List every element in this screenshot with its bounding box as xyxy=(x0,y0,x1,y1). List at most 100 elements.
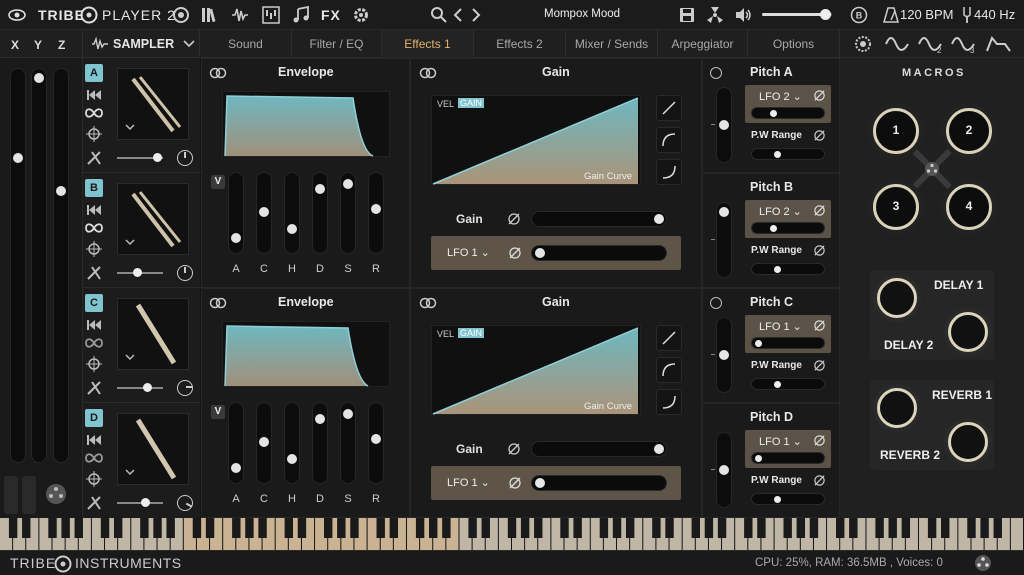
envelope-graph[interactable] xyxy=(222,91,390,157)
eye-icon[interactable] xyxy=(8,6,26,24)
pitch-lfo-dropdown[interactable]: LFO 1 ⌄ xyxy=(759,320,802,333)
randomize-icon[interactable] xyxy=(706,6,724,24)
lfo-amount-slider[interactable] xyxy=(531,475,667,491)
macro-knob-3[interactable]: 3 xyxy=(873,184,919,230)
pitch-enable-toggle[interactable] xyxy=(710,67,722,79)
piano-keyboard[interactable] xyxy=(0,518,1024,550)
decay-slider[interactable] xyxy=(312,172,328,254)
pitch-lfo-dropdown[interactable]: LFO 2 ⌄ xyxy=(759,90,802,103)
exp-curve-button[interactable] xyxy=(656,159,682,185)
instrument-thumbnail[interactable] xyxy=(117,68,189,140)
save-icon[interactable] xyxy=(678,6,696,24)
instrument-thumbnail[interactable] xyxy=(117,298,189,370)
link-icon[interactable] xyxy=(419,297,437,309)
loop-icon[interactable] xyxy=(85,452,103,464)
gain-tag[interactable]: GAIN xyxy=(458,98,485,108)
sampler-slot[interactable]: D xyxy=(83,403,201,518)
gain-curve-graph[interactable]: VEL GAIN Gain Curve xyxy=(431,95,641,185)
pitch-slider[interactable] xyxy=(711,87,732,163)
pitch-lfo-amount[interactable] xyxy=(751,452,825,464)
release-slider[interactable] xyxy=(368,402,384,484)
lfo-amount-slider[interactable] xyxy=(531,245,667,261)
pw-range-slider[interactable] xyxy=(751,148,825,160)
pitch-lfo-dropdown[interactable]: LFO 2 ⌄ xyxy=(759,205,802,218)
gear-icon[interactable] xyxy=(352,6,370,24)
linear-curve-button[interactable] xyxy=(656,95,682,121)
volume-slider[interactable] xyxy=(762,9,832,20)
gain-curve-graph[interactable]: VEL GAIN Gain Curve xyxy=(431,325,641,415)
pw-range-slider[interactable] xyxy=(751,493,825,505)
sampler-slot[interactable]: C xyxy=(83,288,201,403)
waveform-icon[interactable] xyxy=(231,6,249,24)
tab-arpeggiator[interactable]: Arpeggiator xyxy=(658,30,748,58)
vel-tag[interactable]: VEL xyxy=(437,99,454,109)
skip-back-icon[interactable] xyxy=(86,319,102,331)
tools-icon[interactable] xyxy=(86,265,102,281)
bypass-icon[interactable] xyxy=(813,89,826,102)
envelope-graph[interactable] xyxy=(222,321,390,387)
slot-badge[interactable]: D xyxy=(85,409,103,427)
pitch-slider[interactable] xyxy=(711,432,732,508)
envelope-shape-icon[interactable] xyxy=(985,34,1013,54)
skip-back-icon[interactable] xyxy=(86,434,102,446)
bypass-icon[interactable] xyxy=(813,359,826,372)
attack-slider[interactable] xyxy=(228,172,244,254)
pitch-slider[interactable] xyxy=(711,317,732,393)
velocity-toggle[interactable]: V xyxy=(211,175,225,189)
tools-icon[interactable] xyxy=(86,150,102,166)
bypass-icon[interactable] xyxy=(507,212,521,226)
volume-icon[interactable] xyxy=(734,6,752,24)
tab-effects-1[interactable]: Effects 1 xyxy=(382,30,474,58)
dial-icon[interactable] xyxy=(852,34,874,54)
bypass-icon[interactable] xyxy=(813,434,826,447)
sine-wave-3-icon[interactable]: 3 xyxy=(950,34,978,54)
gain-tag[interactable]: GAIN xyxy=(458,328,485,338)
pw-range-slider[interactable] xyxy=(751,263,825,275)
gain-slider[interactable] xyxy=(531,211,667,227)
metronome-icon[interactable] xyxy=(882,6,900,24)
slot-level-slider[interactable] xyxy=(117,383,163,392)
bypass-icon[interactable] xyxy=(508,476,522,490)
x-slider[interactable] xyxy=(10,68,26,463)
loop-icon[interactable] xyxy=(85,222,103,234)
sampler-slot[interactable]: B xyxy=(83,173,201,288)
log-curve-button[interactable] xyxy=(656,357,682,383)
sampler-slot[interactable]: A xyxy=(83,58,201,173)
loop-icon[interactable] xyxy=(85,337,103,349)
z-slider[interactable] xyxy=(53,68,69,463)
library-icon[interactable] xyxy=(200,6,218,24)
hold-slider[interactable] xyxy=(284,402,300,484)
instrument-thumbnail[interactable] xyxy=(117,183,189,255)
slot-pan-knob[interactable] xyxy=(177,380,193,396)
slot-pan-knob[interactable] xyxy=(177,265,193,281)
lfo-dropdown[interactable]: LFO 1 ⌄ xyxy=(447,246,490,259)
slot-badge[interactable]: C xyxy=(85,294,103,312)
bypass-icon[interactable] xyxy=(813,129,826,142)
macro-link-icon[interactable] xyxy=(924,161,940,177)
loop-icon[interactable] xyxy=(85,107,103,119)
slot-pan-knob[interactable] xyxy=(177,495,193,511)
bypass-icon[interactable] xyxy=(813,474,826,487)
mod-wheel-2[interactable] xyxy=(22,476,36,514)
instrument-thumbnail[interactable] xyxy=(117,413,189,485)
release-slider[interactable] xyxy=(368,172,384,254)
pitch-slider[interactable] xyxy=(711,202,732,278)
skip-back-icon[interactable] xyxy=(86,89,102,101)
delay-2-knob[interactable] xyxy=(948,312,988,352)
slot-badge[interactable]: B xyxy=(85,179,103,197)
xyz-pad-icon[interactable] xyxy=(44,482,68,506)
crosshair-icon[interactable] xyxy=(86,356,102,372)
pitch-lfo-amount[interactable] xyxy=(751,337,825,349)
attack-slider[interactable] xyxy=(228,402,244,484)
slot-level-slider[interactable] xyxy=(117,498,163,507)
reverb-1-knob[interactable] xyxy=(877,388,917,428)
slot-pan-knob[interactable] xyxy=(177,150,193,166)
sustain-slider[interactable] xyxy=(340,402,356,484)
exp-curve-button[interactable] xyxy=(656,389,682,415)
tab-filter-eq[interactable]: Filter / EQ xyxy=(292,30,382,58)
sine-wave-icon[interactable] xyxy=(884,34,912,54)
vel-tag[interactable]: VEL xyxy=(437,329,454,339)
decay-slider[interactable] xyxy=(312,402,328,484)
link-icon[interactable] xyxy=(419,67,437,79)
tab-sound[interactable]: Sound xyxy=(200,30,292,58)
